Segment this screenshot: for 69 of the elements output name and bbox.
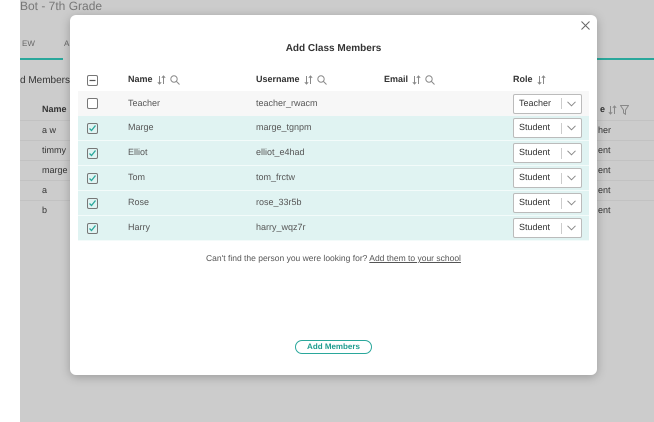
column-header[interactable]: Name <box>128 73 153 87</box>
chevron-down-icon <box>567 125 576 131</box>
page-title: Bot - 7th Grade <box>20 0 102 13</box>
name-cell: Teacher <box>128 98 160 108</box>
sort-icon[interactable] <box>304 75 313 85</box>
table-cell: b <box>42 204 48 215</box>
table-cell: a <box>42 184 48 195</box>
column-header[interactable]: Username <box>256 73 300 87</box>
username-cell: marge_tgnpm <box>256 122 312 132</box>
select-all-checkbox[interactable] <box>87 74 98 86</box>
hint-text: Can't find the person you were looking for? Add them to your school <box>206 252 461 265</box>
chevron-down-icon <box>567 175 576 181</box>
name-cell: Harry <box>128 222 150 232</box>
username-cell: elliot_e4had <box>256 147 305 158</box>
username-cell: rose_33r5b <box>256 197 302 208</box>
table-cell: ent <box>598 184 611 195</box>
chevron-down-icon <box>567 100 576 106</box>
dialog-title: Add Class Members <box>286 42 382 56</box>
checkbox[interactable] <box>87 98 98 109</box>
search-icon[interactable] <box>425 75 436 85</box>
column-header[interactable]: Name <box>42 103 67 117</box>
tab[interactable]: A <box>63 32 70 60</box>
role-select[interactable]: Student <box>513 218 582 238</box>
role-select[interactable]: Student <box>513 168 582 188</box>
table-cell: ent <box>598 204 611 215</box>
member-row[interactable]: Marge marge_tgnpm Student <box>78 116 589 141</box>
member-row[interactable]: Harry harry_wqz7r Student <box>78 216 589 241</box>
member-row[interactable]: Tom tom_frctw Student <box>78 166 589 191</box>
column-header[interactable]: Role <box>513 73 533 87</box>
add-to-school-link[interactable]: Add them to your school <box>369 253 461 263</box>
username-cell: teacher_rwacm <box>256 98 318 108</box>
checkbox[interactable] <box>87 172 98 184</box>
name-cell: Elliot <box>128 147 148 158</box>
chevron-down-icon <box>567 225 576 231</box>
sort-icon[interactable] <box>156 75 166 85</box>
name-cell: Tom <box>128 172 146 182</box>
username-cell: tom_frctw <box>256 172 296 182</box>
name-cell: Marge <box>128 122 154 132</box>
role-select[interactable]: Student <box>513 193 582 213</box>
column-header[interactable]: e <box>600 103 606 117</box>
checkbox[interactable] <box>87 222 98 234</box>
role-select[interactable]: Student <box>513 143 582 163</box>
sort-icon[interactable] <box>608 105 618 115</box>
checkbox[interactable] <box>87 122 98 134</box>
table-cell: a w <box>42 124 56 135</box>
section-title: d Members <box>20 74 70 88</box>
sort-icon[interactable] <box>412 75 422 85</box>
table-cell: timmy <box>42 144 66 155</box>
search-icon[interactable] <box>170 75 180 85</box>
table-cell: marge <box>42 164 68 175</box>
member-row[interactable]: Elliot elliot_e4had Student <box>78 141 589 166</box>
role-select[interactable]: Teacher <box>513 94 582 114</box>
chevron-down-icon <box>567 150 576 156</box>
name-cell: Rose <box>128 197 150 208</box>
tab[interactable]: EW <box>20 32 63 60</box>
table-cell: ent <box>598 144 611 155</box>
column-header[interactable]: Email <box>384 73 408 87</box>
sort-icon[interactable] <box>536 75 546 85</box>
member-row[interactable]: Teacher teacher_rwacm Teacher <box>78 91 589 116</box>
table-cell: ent <box>598 164 611 175</box>
search-icon[interactable] <box>316 75 327 85</box>
table-cell: her <box>598 124 612 135</box>
chevron-down-icon <box>567 200 576 206</box>
checkbox[interactable] <box>87 198 98 208</box>
filter-icon[interactable] <box>620 105 630 115</box>
role-select[interactable]: Student <box>513 118 582 138</box>
checkbox[interactable] <box>87 148 98 158</box>
member-row[interactable]: Rose rose_33r5b Student <box>78 191 589 216</box>
username-cell: harry_wqz7r <box>256 222 306 232</box>
